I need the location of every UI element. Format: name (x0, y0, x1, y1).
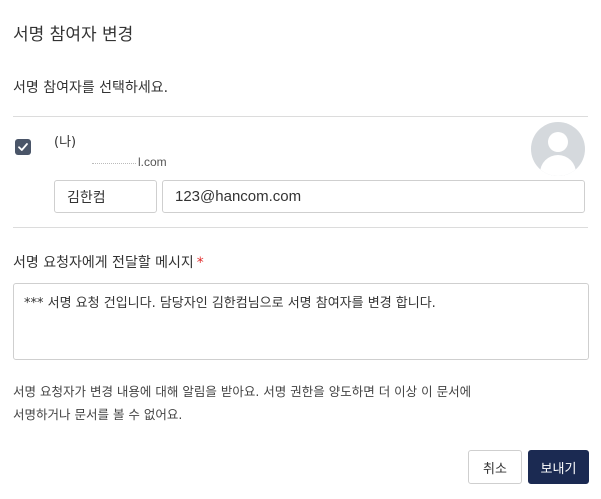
required-mark: * (196, 255, 204, 271)
me-label: (나) (54, 135, 77, 150)
divider (13, 116, 588, 117)
message-label: 서명 요청자에게 전달할 메시지 * (13, 255, 204, 271)
divider (13, 227, 588, 228)
participant-email-hint: l.com (92, 155, 167, 169)
message-textarea[interactable]: *** 서명 요청 건입니다. 담당자인 김한컴님으로 서명 참여자를 변경 합… (13, 283, 589, 360)
participant-name-field[interactable]: 김한컴 (54, 180, 157, 213)
user-avatar-icon (531, 122, 585, 176)
instruction-text: 서명 참여자를 선택하세요. (13, 80, 169, 96)
cancel-button[interactable]: 취소 (468, 450, 522, 484)
dialog-title: 서명 참여자 변경 (13, 25, 134, 45)
participant-email-field[interactable]: 123@hancom.com (162, 180, 585, 213)
send-button[interactable]: 보내기 (528, 450, 589, 484)
participant-checkbox[interactable] (15, 139, 31, 155)
redacted-text (92, 162, 136, 164)
check-icon (18, 143, 28, 151)
notice-text: 서명 요청자가 변경 내용에 대해 알림을 받아요. 서명 권한을 양도하면 더… (13, 384, 472, 422)
